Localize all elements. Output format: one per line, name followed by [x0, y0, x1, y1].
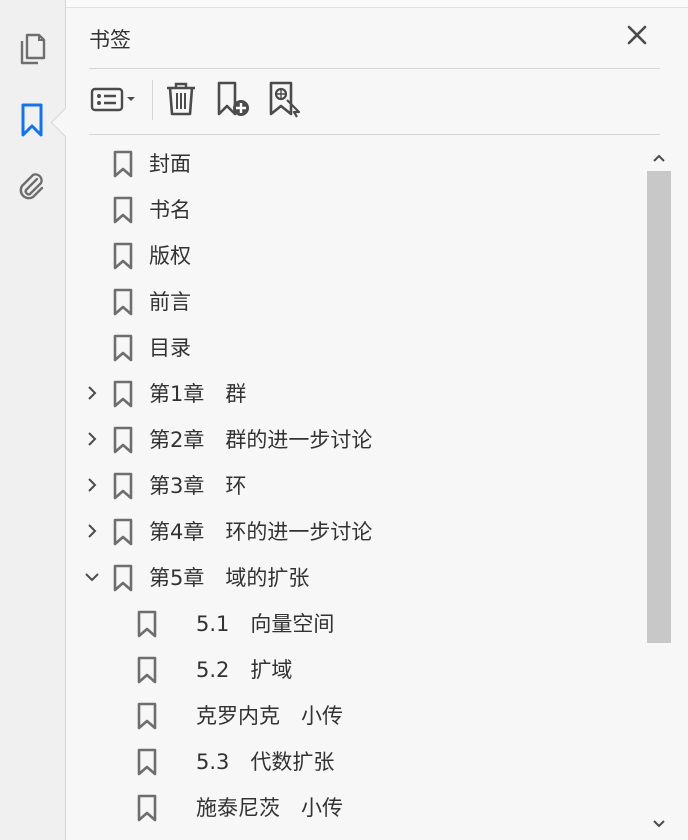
scroll-down-icon: [652, 814, 666, 833]
bookmark-label: 第1章 群: [149, 382, 247, 406]
bookmark-icon: [112, 564, 134, 592]
bookmark-item[interactable]: 版权: [78, 235, 644, 275]
scrollbar-thumb[interactable]: [647, 171, 671, 643]
bookmark-item[interactable]: 克罗内克 小传: [78, 695, 644, 735]
new-bookmark-button[interactable]: [214, 80, 252, 122]
options-menu-icon: [89, 84, 139, 118]
bookmark-label: 第3章 环: [149, 474, 247, 498]
bookmark-icon: [112, 380, 134, 408]
bookmark-icon: [112, 288, 134, 316]
title-divider: [89, 68, 660, 69]
close-panel-button[interactable]: [624, 24, 650, 50]
bookmark-item[interactable]: 前言: [78, 281, 644, 321]
bookmark-item[interactable]: 第3章 环: [78, 465, 644, 505]
bookmark-label: 5.1 向量空间: [196, 612, 335, 636]
bookmark-icon: [136, 748, 158, 776]
vertical-scrollbar[interactable]: [646, 143, 672, 840]
bookmark-label: 封面: [149, 152, 191, 176]
chevron-right-icon[interactable]: [82, 429, 102, 449]
page-thumbnails-icon: [17, 32, 47, 70]
bookmark-icon: [112, 472, 134, 500]
bookmark-label: 第5章 域的扩张: [149, 566, 310, 590]
bookmark-icon: [112, 242, 134, 270]
bookmark-icon: [136, 610, 158, 638]
bookmark-label: 前言: [149, 290, 191, 314]
panel-top-edge: [66, 0, 688, 8]
bookmark-label: 5.3 代数扩张: [196, 750, 335, 774]
chevron-down-icon[interactable]: [82, 567, 102, 587]
bookmark-item[interactable]: 第1章 群: [78, 373, 644, 413]
page-thumbnails-button[interactable]: [13, 32, 51, 70]
bookmark-icon: [112, 518, 134, 546]
bookmark-label: 版权: [149, 244, 191, 268]
bookmark-item[interactable]: 第5章 域的扩张: [78, 557, 644, 597]
find-bookmark-icon: [267, 80, 303, 122]
bookmark-label: 第2章 群的进一步讨论: [149, 428, 373, 452]
bookmark-item[interactable]: 施泰尼茨 小传: [78, 787, 644, 827]
bookmark-item[interactable]: 5.3 代数扩张: [78, 741, 644, 781]
chevron-right-icon[interactable]: [82, 521, 102, 541]
bookmark-item[interactable]: 第4章 环的进一步讨论: [78, 511, 644, 551]
delete-bookmark-button[interactable]: [163, 82, 199, 120]
bookmark-item[interactable]: 5.2 扩域: [78, 649, 644, 689]
scroll-up-button[interactable]: [646, 145, 672, 169]
find-bookmark-button[interactable]: [266, 80, 304, 122]
toolbar-separator: [152, 80, 153, 120]
bookmark-icon: [136, 702, 158, 730]
bookmark-label: 5.2 扩域: [196, 658, 293, 682]
bookmark-icon: [112, 426, 134, 454]
bookmark-label: 书名: [149, 198, 191, 222]
close-icon: [626, 24, 648, 50]
bookmark-icon: [136, 656, 158, 684]
bookmark-icon: [112, 150, 134, 178]
bookmark-item[interactable]: 目录: [78, 327, 644, 367]
new-bookmark-icon: [215, 80, 251, 122]
bookmark-item[interactable]: 书名: [78, 189, 644, 229]
bookmark-item[interactable]: 封面: [78, 143, 644, 183]
bookmark-item[interactable]: 5.1 向量空间: [78, 603, 644, 643]
toolbar-divider: [89, 134, 660, 135]
paperclip-icon: [15, 170, 49, 208]
chevron-right-icon[interactable]: [82, 475, 102, 495]
bookmark-tree: 封面书名版权前言目录第1章 群第2章 群的进一步讨论 第3章 环第4章 环的进一步…: [78, 143, 644, 840]
attachments-button[interactable]: [13, 170, 51, 208]
bookmark-label: 施泰尼茨 小传: [196, 796, 343, 820]
bookmarks-panel-button[interactable]: [13, 103, 51, 141]
trash-icon: [165, 81, 197, 121]
bookmark-label: 第4章 环的进一步讨论: [149, 520, 373, 544]
scroll-up-icon: [652, 148, 666, 167]
scroll-down-button[interactable]: [646, 811, 672, 835]
panel-title: 书签: [89, 28, 131, 52]
bookmark-options-button[interactable]: [88, 82, 140, 120]
bookmark-item[interactable]: 第2章 群的进一步讨论: [78, 419, 644, 459]
bookmark-icon: [136, 794, 158, 822]
bookmark-label: 克罗内克 小传: [196, 704, 343, 728]
bookmark-label: 目录: [149, 336, 191, 360]
bookmark-icon: [112, 334, 134, 362]
bookmark-icon: [19, 102, 45, 142]
bookmark-icon: [112, 196, 134, 224]
chevron-right-icon[interactable]: [82, 383, 102, 403]
